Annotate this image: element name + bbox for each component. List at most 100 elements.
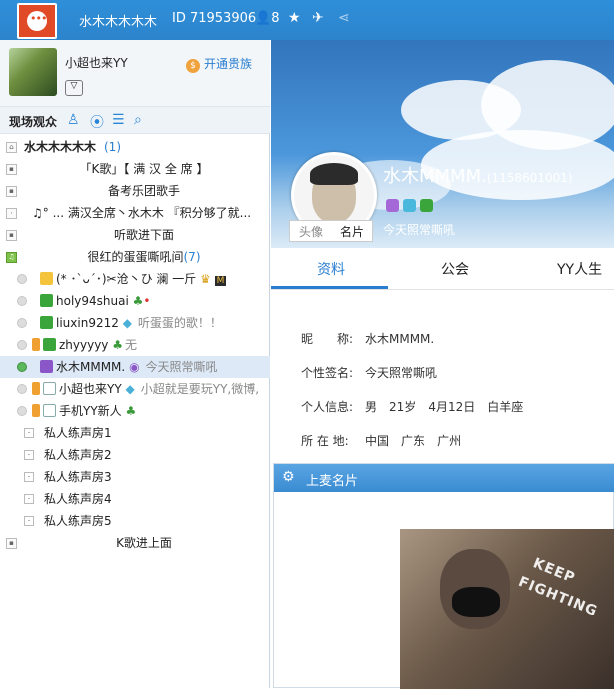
room-name: 备考乐团歌手: [107, 184, 180, 198]
room-icon: ·: [24, 494, 34, 504]
room-item[interactable]: ▪ 「K歌」【 满 汉 全 席 】: [0, 158, 270, 180]
phone-icon: [32, 338, 40, 351]
diamond-icon: ◆: [125, 382, 135, 396]
user-name: liuxin9212: [56, 316, 119, 330]
lock-icon: ▪: [6, 186, 17, 197]
user-row[interactable]: 手机YY新人 ♣: [0, 400, 270, 422]
user-row[interactable]: liuxin9212 ◆ 听蛋蛋的歌！！: [0, 312, 270, 334]
leaf-badge-icon: ♣: [112, 338, 124, 352]
user-row[interactable]: zhyyyyy ♣ 无: [0, 334, 270, 356]
lock-icon: ▪: [6, 164, 17, 175]
member-icon: [40, 316, 53, 329]
room-name: 私人练声房4: [44, 492, 112, 506]
room-item[interactable]: ▪ 备考乐团歌手: [0, 180, 270, 202]
member-icon: [40, 360, 53, 373]
channel-tree: ⌂ 水木木木木木 (1) ▪ 「K歌」【 满 汉 全 席 】 ▪ 备考乐团歌手 · ♫…: [0, 136, 270, 554]
purple-badge-icon: ◉: [129, 360, 140, 374]
mic-card-header: ⚙ 上麦名片: [274, 464, 614, 492]
user-icon[interactable]: ♙: [67, 112, 80, 128]
leaf-badge-icon: [420, 199, 433, 212]
purple-badge-icon: [386, 199, 399, 212]
list-icon[interactable]: ☰: [112, 112, 125, 128]
status-dot: [17, 384, 27, 394]
status-dot-online: [17, 362, 27, 372]
status-dot: [17, 340, 27, 350]
user-row[interactable]: holy94shuai ♣•: [0, 290, 270, 312]
lock-icon: ▪: [6, 230, 17, 241]
practice-room[interactable]: · 私人练声房3: [0, 466, 270, 488]
room-name: 「K歌」【 满 汉 全 席 】: [79, 162, 209, 176]
mic-card: ⚙ 上麦名片 KEEP FIGHTING: [273, 463, 614, 689]
room-icon: ·: [24, 472, 34, 482]
status-dot: [17, 296, 27, 306]
user-signature: 听蛋蛋的歌！！: [137, 316, 222, 330]
user-profile-panel: 头像 名片 水木MMMM.(1158601001) 今天照常嘶吼 资料 公会 Y…: [271, 40, 614, 689]
open-noble-link[interactable]: $ 开通贵族: [186, 55, 252, 73]
location-pin-icon[interactable]: ⦿: [90, 112, 104, 132]
gear-icon[interactable]: ⚙: [282, 469, 295, 485]
phone-icon: [32, 382, 40, 395]
user-name: (* ･`ᴗ´･)✂沧丶ひ 澜 一斤: [56, 272, 197, 286]
room-name: 私人练声房3: [44, 470, 112, 484]
share-icon[interactable]: ⋖: [338, 10, 350, 26]
crown-icon: ♛: [200, 272, 211, 286]
diamond-icon: [403, 199, 416, 212]
audience-label: 现场观众: [9, 115, 58, 129]
noble-coin-icon: $: [186, 59, 200, 73]
level-badge-icon: ▽: [65, 80, 83, 96]
profile-badges: [386, 198, 437, 212]
profile-username[interactable]: 小超也来YY: [65, 54, 128, 71]
room-name: 私人练声房1: [44, 426, 112, 440]
practice-room[interactable]: · 私人练声房4: [0, 488, 270, 510]
room-icon: ·: [24, 516, 34, 526]
tab-info[interactable]: 资料: [317, 259, 345, 279]
yy-logo-icon[interactable]: [17, 3, 57, 39]
profile-banner: 头像 名片 水木MMMM.(1158601001) 今天照常嘶吼: [271, 40, 614, 248]
card-photo[interactable]: KEEP FIGHTING: [400, 529, 614, 689]
room-name: K歌进上面: [116, 536, 172, 550]
user-row[interactable]: 小超也来YY ◆ 小超就是要玩YY,微博,: [0, 378, 270, 400]
user-name: 手机YY新人: [59, 404, 122, 418]
room-item-current[interactable]: ♫ 很红的蛋蛋嘶吼间(7): [0, 246, 270, 268]
search-icon[interactable]: ⌕: [134, 112, 142, 128]
favorite-star-icon[interactable]: ★: [288, 10, 301, 26]
user-name: 小超也来YY: [59, 382, 122, 396]
card-tab[interactable]: 名片: [340, 223, 364, 240]
tab-guild[interactable]: 公会: [441, 259, 469, 279]
practice-room[interactable]: · 私人练声房5: [0, 510, 270, 532]
room-item[interactable]: · ♫° ... 满汉全席丶水木木 『积分够了就...: [0, 202, 270, 224]
room-icon: ·: [24, 428, 34, 438]
room-icon: ·: [24, 450, 34, 460]
room-name: 私人练声房5: [44, 514, 112, 528]
room-name: 私人练声房2: [44, 448, 112, 462]
room-name: 很红的蛋蛋嘶吼间(7): [87, 250, 201, 264]
room-item[interactable]: ▪ 听歌进下面: [0, 224, 270, 246]
practice-room[interactable]: · 私人练声房2: [0, 444, 270, 466]
avatar-tab[interactable]: 头像: [299, 223, 323, 240]
room-item[interactable]: ▪ K歌进上面: [0, 532, 270, 554]
practice-room[interactable]: · 私人练声房1: [0, 422, 270, 444]
channel-root[interactable]: ⌂ 水木木木木木 (1): [0, 136, 270, 158]
room-name: 听歌进下面: [113, 228, 174, 242]
user-name: zhyyyyy: [59, 338, 109, 352]
guest-icon: [43, 404, 56, 417]
diamond-icon: ◆: [122, 316, 132, 330]
tab-yy-life[interactable]: YY人生: [557, 259, 602, 279]
vip-user-icon: [40, 272, 53, 285]
user-row[interactable]: (* ･`ᴗ´･)✂沧丶ひ 澜 一斤 ♛ M: [0, 268, 270, 290]
status-dot: [17, 406, 27, 416]
channel-root-name: 水木木木木木: [24, 140, 97, 154]
avatar[interactable]: [9, 48, 57, 96]
status-dot: [17, 274, 27, 284]
user-row-selected[interactable]: 水木MMMM. ◉ 今天照常嘶吼: [0, 356, 270, 378]
active-tab-indicator: [271, 286, 388, 289]
room-name: ♫° ... 满汉全席丶水木木 『积分够了就...: [32, 206, 252, 220]
leaf-badge-icon: ♣: [132, 294, 144, 308]
channel-root-count: (1): [104, 140, 121, 154]
member-icon: [40, 294, 53, 307]
channel-title: 水木木木木木: [79, 15, 158, 30]
lock-icon: ▪: [6, 538, 17, 549]
guest-icon: [43, 382, 56, 395]
mic-card-title: 上麦名片: [306, 474, 359, 489]
airplane-icon[interactable]: ✈: [312, 10, 324, 26]
